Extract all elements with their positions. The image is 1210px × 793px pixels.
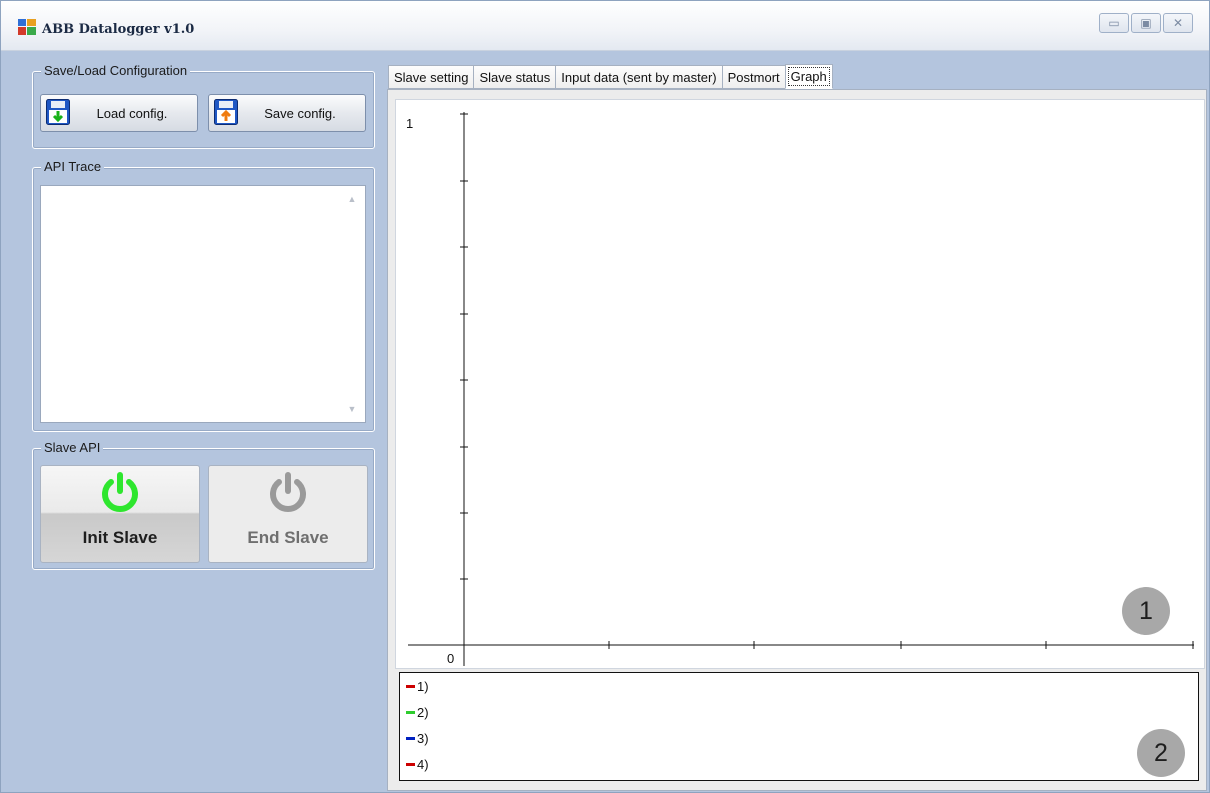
callout-badge-1: 1	[1122, 587, 1170, 635]
slave-api-group: Slave API Init Slave End Slave	[32, 440, 375, 570]
minimize-icon: ▭	[1108, 16, 1120, 30]
y-tick-label-min: 0	[447, 651, 455, 666]
window-controls: ▭ ▣ ✕	[1099, 13, 1193, 33]
legend-label: 4)	[417, 757, 429, 772]
close-button[interactable]: ✕	[1163, 13, 1193, 33]
load-config-label: Load config.	[96, 106, 168, 121]
maximize-icon: ▣	[1140, 16, 1152, 30]
graph-canvas	[408, 112, 1194, 666]
save-config-button[interactable]: Save config.	[208, 94, 366, 132]
load-config-button[interactable]: Load config.	[40, 94, 198, 132]
api-trace-group: API Trace ▲ ▼	[32, 159, 375, 432]
tab-postmort[interactable]: Postmort	[721, 65, 786, 89]
init-slave-label: Init Slave	[82, 528, 158, 547]
app-window: ABB Datalogger v1.0 ▭ ▣ ✕ Save/Load Conf…	[0, 0, 1210, 793]
legend-item: 4)	[406, 757, 429, 772]
legend-swatch	[406, 711, 415, 714]
window-title: ABB Datalogger v1.0	[42, 22, 195, 37]
legend-label: 3)	[417, 731, 429, 746]
end-slave-label: End Slave	[247, 528, 329, 547]
legend-item: 1)	[406, 679, 429, 694]
legend-item: 3)	[406, 731, 429, 746]
slave-api-title: Slave API	[41, 440, 104, 455]
legend-swatch	[406, 737, 415, 740]
floppy-save-icon	[214, 99, 238, 125]
y-tick-label-max: 1	[406, 116, 414, 131]
scroll-down-icon[interactable]: ▼	[346, 404, 358, 414]
save-config-label: Save config.	[264, 106, 336, 121]
maximize-button[interactable]: ▣	[1131, 13, 1161, 33]
save-load-group: Save/Load Configuration Load config. Sav…	[32, 63, 375, 149]
minimize-button[interactable]: ▭	[1099, 13, 1129, 33]
end-slave-button[interactable]: End Slave	[208, 465, 368, 563]
tab-slave-status[interactable]: Slave status	[473, 65, 557, 89]
api-trace-log[interactable]: ▲ ▼	[40, 185, 366, 423]
legend-item: 2)	[406, 705, 429, 720]
title-bar[interactable]: ABB Datalogger v1.0 ▭ ▣ ✕	[1, 1, 1209, 51]
graph-legend: 1) 2) 3) 4) 2	[399, 672, 1199, 781]
init-slave-button[interactable]: Init Slave	[40, 465, 200, 563]
tab-slave-setting[interactable]: Slave setting	[388, 65, 475, 89]
scroll-up-icon[interactable]: ▲	[346, 194, 358, 204]
power-icon	[102, 472, 138, 512]
save-load-title: Save/Load Configuration	[41, 63, 191, 78]
graph-plot-area[interactable]: 1 0 1	[395, 99, 1205, 669]
api-trace-title: API Trace	[41, 159, 105, 174]
tab-input-data[interactable]: Input data (sent by master)	[555, 65, 723, 89]
callout-badge-2: 2	[1137, 729, 1185, 777]
legend-swatch	[406, 763, 415, 766]
legend-label: 1)	[417, 679, 429, 694]
close-icon: ✕	[1172, 16, 1184, 30]
floppy-load-icon	[46, 99, 70, 125]
app-icon	[18, 19, 36, 35]
legend-swatch	[406, 685, 415, 688]
tab-graph[interactable]: Graph	[784, 64, 833, 89]
legend-label: 2)	[417, 705, 429, 720]
tab-strip: Slave setting Slave status Input data (s…	[388, 64, 833, 89]
power-icon	[270, 472, 306, 512]
